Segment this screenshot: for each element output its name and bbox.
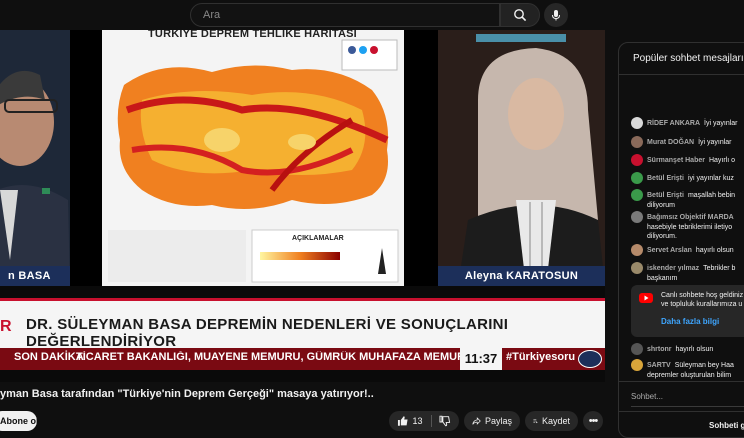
chat-author: shrtonr: [647, 345, 672, 353]
channel-mark: R: [0, 318, 12, 335]
youtube-icon: [639, 293, 653, 303]
subscribe-button[interactable]: Abone ol: [0, 411, 39, 431]
host-camera-feed: Aleyna KARATOSUN: [438, 30, 605, 286]
search-icon: [514, 9, 527, 22]
chat-text: depremler oluşturulan bilim: [647, 372, 732, 379]
chat-text: Süleyman bey Haa: [674, 361, 734, 369]
breaking-news-label: SON DAKİKA: [14, 351, 84, 363]
chat-author: SARTV: [647, 361, 671, 369]
guest-camera-feed: n BASA: [0, 30, 70, 286]
chat-author: iskender yılmaz: [647, 264, 700, 272]
avatar: [631, 117, 643, 129]
like-icon[interactable]: [397, 415, 409, 427]
hide-chat-button[interactable]: Sohbeti gizle: [709, 421, 744, 430]
like-count: 13: [412, 416, 423, 426]
more-actions-button[interactable]: •••: [583, 411, 603, 431]
chat-author: Betül Erişti: [647, 174, 684, 182]
news-ticker: SON DAKİKA TİCARET BAKANLIĞI, MUAYENE ME…: [0, 348, 605, 370]
headline-text: DR. SÜLEYMAN BASA DEPREMİN NEDENLERİ VE …: [26, 316, 509, 350]
share-icon: [472, 417, 481, 425]
chat-text: diliyorum: [647, 202, 676, 209]
broadcast-clock: 11:37: [460, 348, 502, 370]
chat-text: hayırlı olsun: [695, 246, 734, 254]
save-button[interactable]: Kaydet: [525, 411, 578, 431]
avatar: [631, 172, 643, 184]
chat-header[interactable]: Popüler sohbet mesajları ⌄: [619, 43, 744, 75]
chat-text: maşallah bebin: [687, 191, 736, 199]
live-chat-panel: Popüler sohbet mesajları ⌄ RİDEF ANKARAİ…: [618, 42, 744, 438]
chat-message: Sürmanşet Haber Hayırlı o: [631, 154, 735, 166]
guest-nameplate: n BASA: [0, 266, 70, 286]
like-divider: [430, 415, 432, 427]
welcome-line: Canlı sohbete hoş geldiniz: [661, 292, 744, 299]
more-icon: •••: [588, 415, 599, 427]
save-label: Kaydet: [541, 416, 570, 426]
search-input[interactable]: Ara: [190, 3, 500, 27]
avatar: [631, 359, 643, 371]
chat-text: iyi yayınlar kuz: [687, 174, 734, 182]
learn-more-link[interactable]: Daha fazla bilgi: [661, 317, 719, 326]
chat-text: Hayırlı o: [708, 156, 736, 164]
avatar: [631, 189, 643, 201]
turkey-map-graphic: [108, 39, 399, 283]
search-button[interactable]: [500, 3, 540, 27]
host-figure: [438, 30, 605, 286]
chat-text: İyi yayınlar: [704, 119, 738, 127]
welcome-line: ve topluluk kurallarımıza u: [661, 301, 743, 308]
subscribe-label: Abone ol: [0, 416, 39, 426]
chat-text: Tebrikler b: [703, 264, 736, 272]
hashtag-label: #Türkiyesoru: [506, 351, 576, 363]
chat-author: Bağımsız Objektif MARDA: [647, 213, 734, 221]
microphone-icon: [552, 10, 560, 21]
chat-author: RİDEF ANKARA: [647, 119, 701, 127]
chat-message: Bağımsız Objektif MARDA hasebiyle tebrikl…: [631, 211, 738, 241]
avatar: [631, 211, 643, 223]
chat-message: Murat DOĞAN İyi yayınlar: [631, 136, 732, 148]
chat-message: Betül Erişti iyi yayınlar kuz: [631, 172, 734, 184]
welcome-text: Canlı sohbete hoş geldiniz ve topluluk ku…: [661, 291, 743, 309]
avatar: [631, 136, 643, 148]
avatar: [631, 343, 643, 355]
avatar: [631, 244, 643, 256]
chat-divider: [619, 381, 744, 382]
avatar: [631, 154, 643, 166]
chat-message: Servet Arslan hayırlı olsun: [631, 244, 734, 256]
dislike-icon[interactable]: [439, 415, 451, 427]
ticker-text: TİCARET BAKANLIĞI, MUAYENE MEMURU, GÜMRÜ…: [76, 351, 462, 363]
chat-author: Sürmanşet Haber: [647, 156, 705, 164]
chat-text: İyi yayınlar: [698, 138, 732, 146]
chat-message: shrtonr hayırlı olsun: [631, 343, 713, 355]
welcome-card: Canlı sohbete hoş geldiniz ve topluluk ku…: [631, 285, 744, 337]
chat-text: hayırlı olsun: [675, 345, 714, 353]
legend-title: AÇIKLAMALAR: [292, 235, 344, 242]
chat-message: SARTV Süleyman bey Haa depremler oluşturul…: [631, 359, 734, 380]
share-label: Paylaş: [484, 416, 512, 426]
share-button[interactable]: Paylaş: [464, 411, 520, 431]
chat-author: Betül Erişti: [647, 191, 684, 199]
chat-mode-label: Popüler sohbet mesajları: [633, 53, 744, 64]
like-dislike-group: 13: [389, 411, 459, 431]
host-nameplate: Aleyna KARATOSUN: [438, 266, 605, 286]
add-to-playlist-icon: [533, 419, 538, 424]
chat-message: Betül Erişti maşallah bebin diliyorum: [631, 189, 735, 210]
top-bar: Ara: [0, 0, 744, 30]
chat-author: Murat DOĞAN: [647, 138, 695, 146]
video-title: yman Basa tarafından "Türkiye'nin Deprem…: [0, 388, 374, 400]
avatar: [631, 262, 643, 274]
chat-message: RİDEF ANKARA İyi yayınlar: [631, 117, 738, 129]
chat-input[interactable]: Sohbet...: [631, 387, 744, 407]
earthquake-hazard-map: TÜRKİYE DEPREM TEHLİKE HARİTASI AÇIKLAMA…: [102, 30, 404, 286]
chat-message: iskender yılmaz Tebrikler b başkanım: [631, 262, 735, 283]
channel-logo: [578, 350, 602, 368]
chat-author: Servet Arslan: [647, 246, 692, 254]
lower-third-headline: DR. SÜLEYMAN BASA DEPREMİN NEDENLERİ VE …: [0, 298, 605, 350]
chat-text: başkanım: [647, 275, 678, 282]
video-player[interactable]: n BASA TÜRKİYE DEPREM TEHLİKE HARİTASI A…: [0, 30, 605, 382]
chat-text: diliyorum.: [647, 233, 677, 240]
guest-figure: [0, 30, 70, 286]
chat-text: hasebiyle tebriklerimi iletiyo: [647, 224, 733, 231]
voice-search-button[interactable]: [544, 3, 568, 27]
chat-footer-divider: [619, 411, 744, 412]
